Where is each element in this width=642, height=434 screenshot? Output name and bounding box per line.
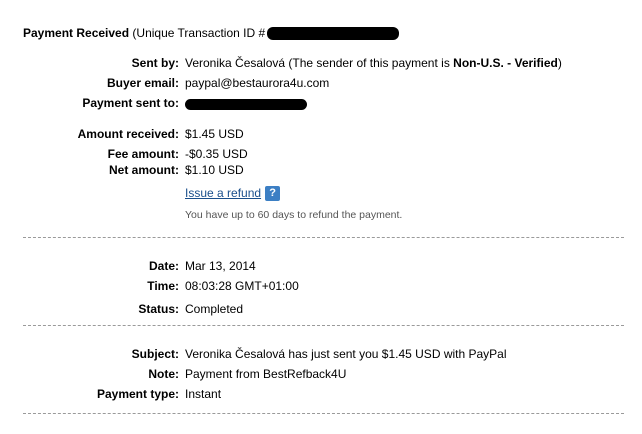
note-label: Note: xyxy=(148,367,179,381)
recipient-redaction xyxy=(185,99,307,111)
sender-note-pre: (The sender of this payment is xyxy=(288,56,454,70)
fee-amount-label: Fee amount: xyxy=(107,147,179,161)
subject-row: Subject: Veronika Česalová has just sent… xyxy=(0,346,642,362)
status-row: Status: Completed xyxy=(0,301,642,317)
status-value: Completed xyxy=(185,302,244,316)
buyer-email-row: Buyer email: paypal@bestaurora4u.com xyxy=(0,75,642,91)
net-amount-value: $1.10 USD xyxy=(185,163,244,177)
refund-container: Issue a refund? xyxy=(185,185,281,202)
amount-received-value: $1.45 USD xyxy=(185,127,244,141)
transaction-id-redaction xyxy=(267,27,400,41)
section-divider xyxy=(23,237,624,238)
net-amount-label: Net amount: xyxy=(109,163,179,177)
section-divider xyxy=(23,325,624,326)
help-question-icon[interactable]: ? xyxy=(265,186,281,202)
subject-label: Subject: xyxy=(131,347,179,361)
payment-sent-to-value xyxy=(185,95,307,111)
time-value: 08:03:28 GMT+01:00 xyxy=(185,279,299,293)
payment-type-row: Payment type: Instant xyxy=(0,386,642,402)
section-divider xyxy=(23,413,624,414)
payment-sent-to-label: Payment sent to: xyxy=(82,96,179,110)
sender-note-post: ) xyxy=(557,56,562,70)
issue-refund-link[interactable]: Issue a refund xyxy=(185,186,261,200)
sender-status: Non-U.S. - Verified xyxy=(453,56,558,70)
fee-amount-value: -$0.35 USD xyxy=(185,147,248,161)
subject-value: Veronika Česalová has just sent you $1.4… xyxy=(185,347,507,361)
time-label: Time: xyxy=(147,279,179,293)
refund-row: Issue a refund? xyxy=(0,185,642,202)
date-row: Date: Mar 13, 2014 xyxy=(0,258,642,274)
amount-received-row: Amount received: $1.45 USD xyxy=(0,126,642,142)
note-value: Payment from BestRefback4U xyxy=(185,367,347,381)
sent-by-label: Sent by: xyxy=(131,56,179,70)
page-title: Payment Received (Unique Transaction ID … xyxy=(23,26,400,41)
buyer-email-label: Buyer email: xyxy=(106,76,179,90)
payment-type-value: Instant xyxy=(185,387,222,401)
fee-amount-row: Fee amount: -$0.35 USD xyxy=(0,146,642,162)
date-label: Date: xyxy=(148,259,179,273)
sent-by-row: Sent by: Veronika Česalová (The sender o… xyxy=(0,55,642,71)
status-label: Status: xyxy=(138,302,179,316)
payment-type-label: Payment type: xyxy=(96,387,179,401)
sender-name: Veronika Česalová xyxy=(185,56,286,70)
payment-sent-to-row: Payment sent to: xyxy=(0,95,642,111)
date-value: Mar 13, 2014 xyxy=(185,259,256,273)
net-amount-row: Net amount: $1.10 USD xyxy=(0,162,642,178)
time-row: Time: 08:03:28 GMT+01:00 xyxy=(0,278,642,294)
transaction-id-prefix: (Unique Transaction ID # xyxy=(132,26,266,40)
sent-by-value: Veronika Česalová (The sender of this pa… xyxy=(185,55,562,71)
title-text: Payment Received xyxy=(23,26,130,40)
buyer-email-value: paypal@bestaurora4u.com xyxy=(185,76,330,90)
note-row: Note: Payment from BestRefback4U xyxy=(0,366,642,382)
refund-note: You have up to 60 days to refund the pay… xyxy=(185,209,403,221)
amount-received-label: Amount received: xyxy=(77,127,179,141)
